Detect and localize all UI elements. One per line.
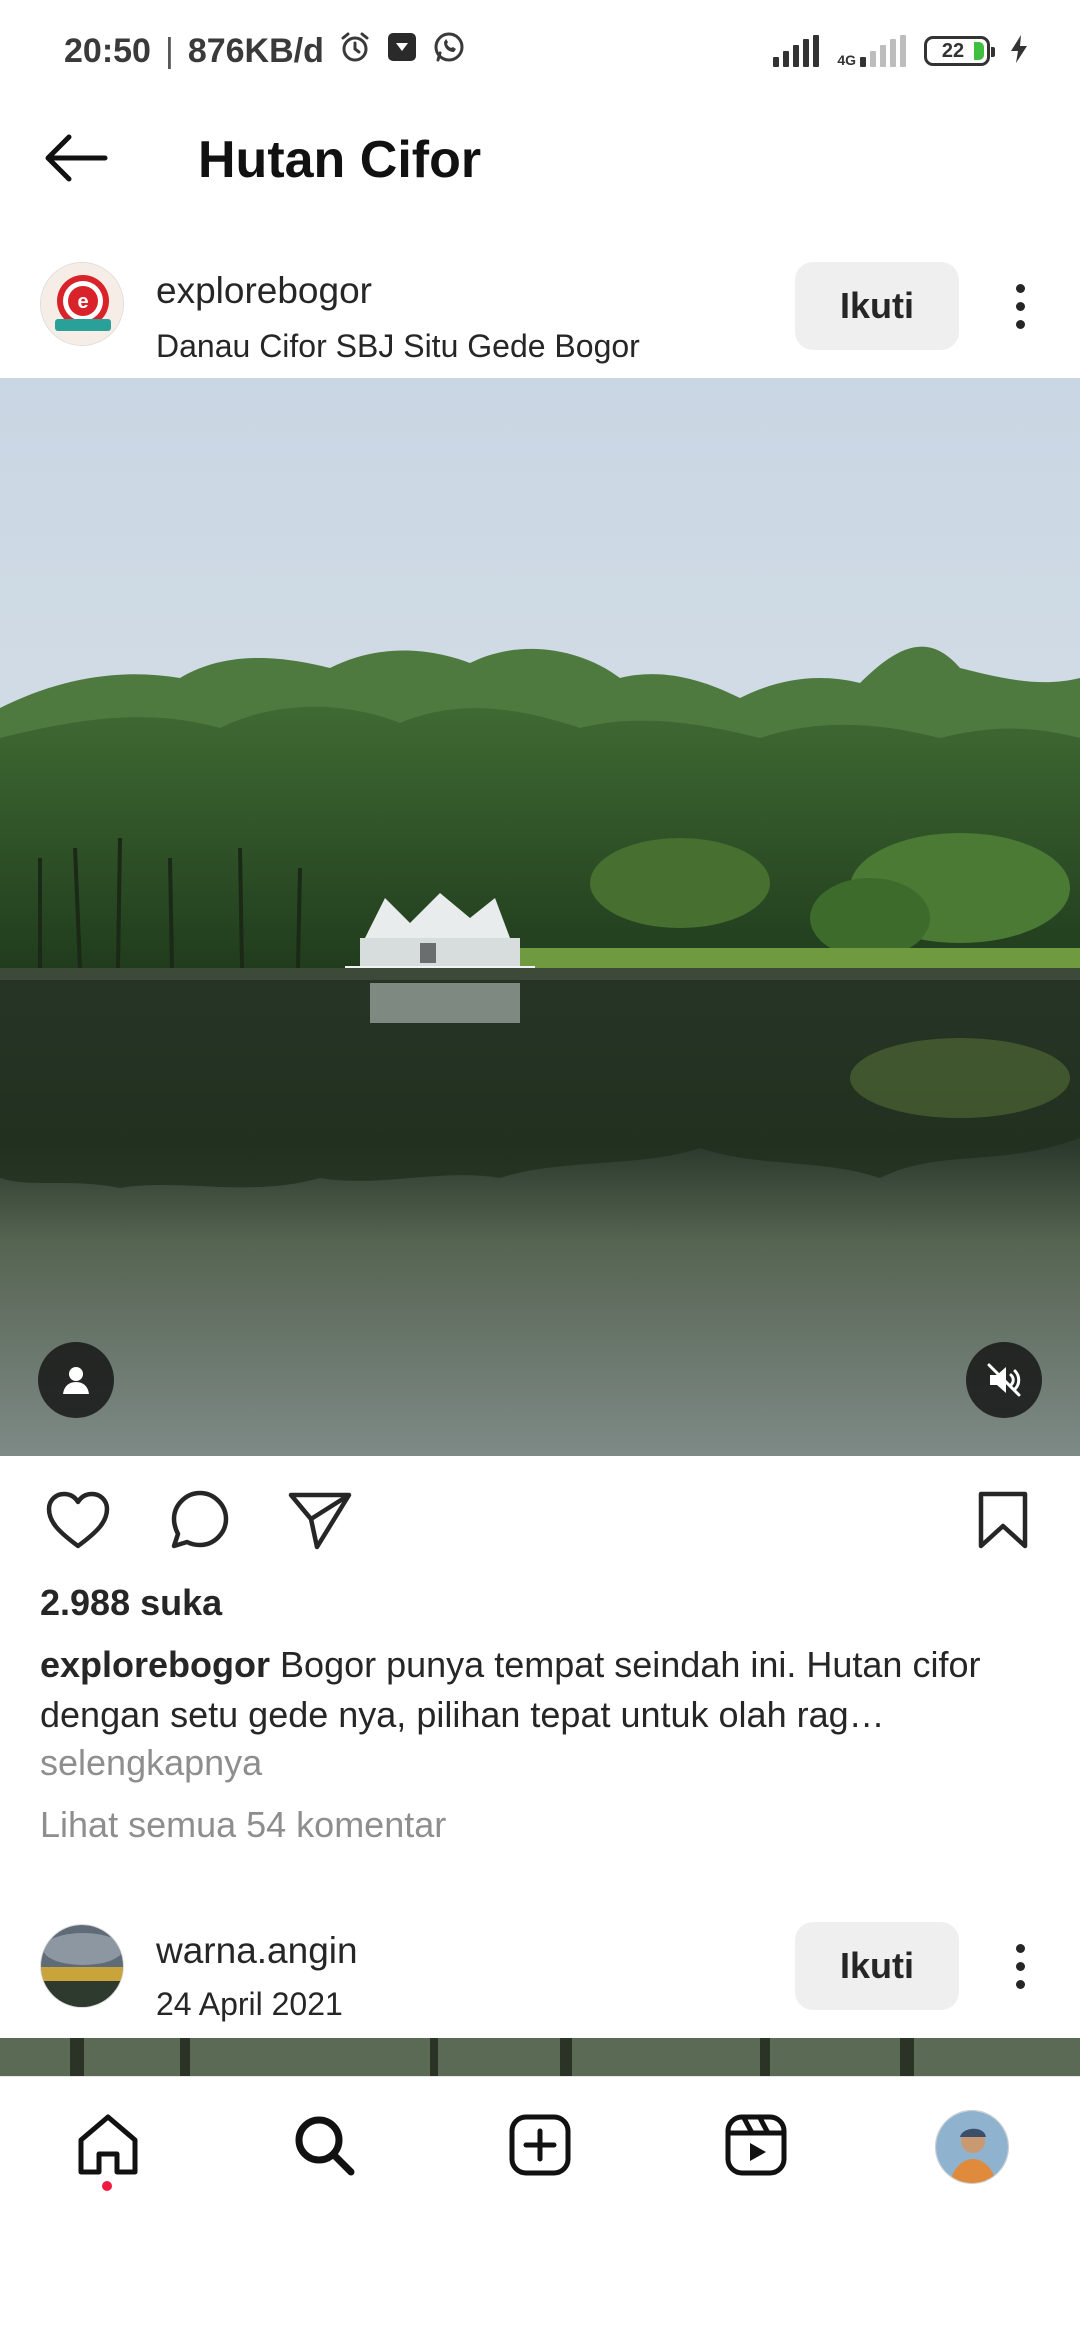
heart-icon — [45, 1490, 111, 1555]
page-title: Hutan Cifor — [198, 131, 482, 189]
signal-icon — [773, 35, 820, 67]
status-bar-right: 4G 22 — [773, 28, 1030, 74]
whatsapp-icon — [432, 30, 466, 73]
app-notification-icon — [386, 31, 418, 72]
view-comments-link[interactable]: Lihat semua 54 komentar — [40, 1804, 446, 1846]
battery-icon: 22 — [924, 36, 995, 66]
send-icon — [287, 1489, 353, 1556]
lake-forest-image — [0, 378, 1080, 1456]
network-type-label: 4G — [837, 52, 856, 68]
svg-text:e: e — [77, 291, 88, 313]
signal-4g-icon: 4G — [837, 35, 906, 67]
user-icon — [59, 1363, 93, 1397]
status-data-rate: 876KB/d — [187, 31, 324, 70]
follow-button[interactable]: Ikuti — [795, 1922, 959, 2010]
next-post-header: warna.angin 24 April 2021 Ikuti — [0, 1900, 1080, 2030]
status-bar: 20:50 | 876KB/d 4G 22 — [0, 0, 1080, 100]
nav-profile[interactable] — [932, 2107, 1012, 2187]
likes-count[interactable]: 2.988 suka — [40, 1582, 222, 1624]
back-button[interactable] — [40, 124, 112, 196]
profile-avatar — [935, 2110, 1009, 2184]
more-vertical-icon — [1015, 1943, 1025, 1989]
page-header: Hutan Cifor — [0, 100, 1080, 220]
post-header: e explorebogor Danau Cifor SBJ Situ Gede… — [0, 240, 1080, 370]
status-bar-left: 20:50 | 876KB/d — [64, 28, 466, 74]
post-username[interactable]: explorebogor — [156, 270, 372, 312]
next-post-username[interactable]: warna.angin — [156, 1930, 358, 1972]
more-options-button[interactable] — [990, 262, 1050, 350]
like-button[interactable] — [42, 1486, 114, 1558]
nav-reels[interactable] — [716, 2107, 796, 2187]
share-button[interactable] — [284, 1486, 356, 1558]
comment-button[interactable] — [164, 1486, 236, 1558]
reels-icon — [724, 2113, 788, 2182]
avatar[interactable] — [40, 1924, 124, 2008]
nav-home[interactable] — [68, 2107, 148, 2187]
bottom-navigation — [0, 2076, 1080, 2216]
alarm-icon — [338, 30, 372, 73]
post-actions — [0, 1456, 1080, 1586]
battery-level: 22 — [941, 39, 965, 62]
home-notification-dot — [102, 2181, 112, 2191]
search-icon — [291, 2112, 357, 2183]
tagged-users-button[interactable] — [38, 1342, 114, 1418]
arrow-left-icon — [43, 133, 109, 188]
next-post-date: 24 April 2021 — [156, 1986, 343, 2022]
home-icon — [75, 2112, 141, 2183]
follow-button[interactable]: Ikuti — [795, 262, 959, 350]
comment-icon — [168, 1488, 232, 1557]
post-video[interactable] — [0, 378, 1080, 1456]
next-post-media[interactable] — [0, 2038, 1080, 2078]
charging-icon — [1008, 33, 1030, 70]
more-vertical-icon — [1015, 283, 1025, 329]
status-time: 20:50 — [64, 31, 151, 70]
mute-toggle-button[interactable] — [966, 1342, 1042, 1418]
avatar[interactable]: e — [40, 262, 124, 346]
volume-off-icon — [984, 1360, 1024, 1400]
nav-create[interactable] — [500, 2107, 580, 2187]
save-button[interactable] — [967, 1486, 1039, 1558]
post-caption: explorebogor Bogor punya tempat seindah … — [40, 1640, 1050, 1740]
create-post-icon — [508, 2113, 572, 2182]
more-options-button[interactable] — [990, 1922, 1050, 2010]
nav-search[interactable] — [284, 2107, 364, 2187]
see-more-link[interactable]: selengkapnya — [40, 1742, 262, 1784]
bookmark-icon — [977, 1490, 1029, 1555]
post-location[interactable]: Danau Cifor SBJ Situ Gede Bogor — [156, 328, 640, 365]
next-post-image — [0, 2038, 1080, 2078]
caption-username[interactable]: explorebogor — [40, 1644, 270, 1685]
status-separator: | — [164, 31, 174, 70]
